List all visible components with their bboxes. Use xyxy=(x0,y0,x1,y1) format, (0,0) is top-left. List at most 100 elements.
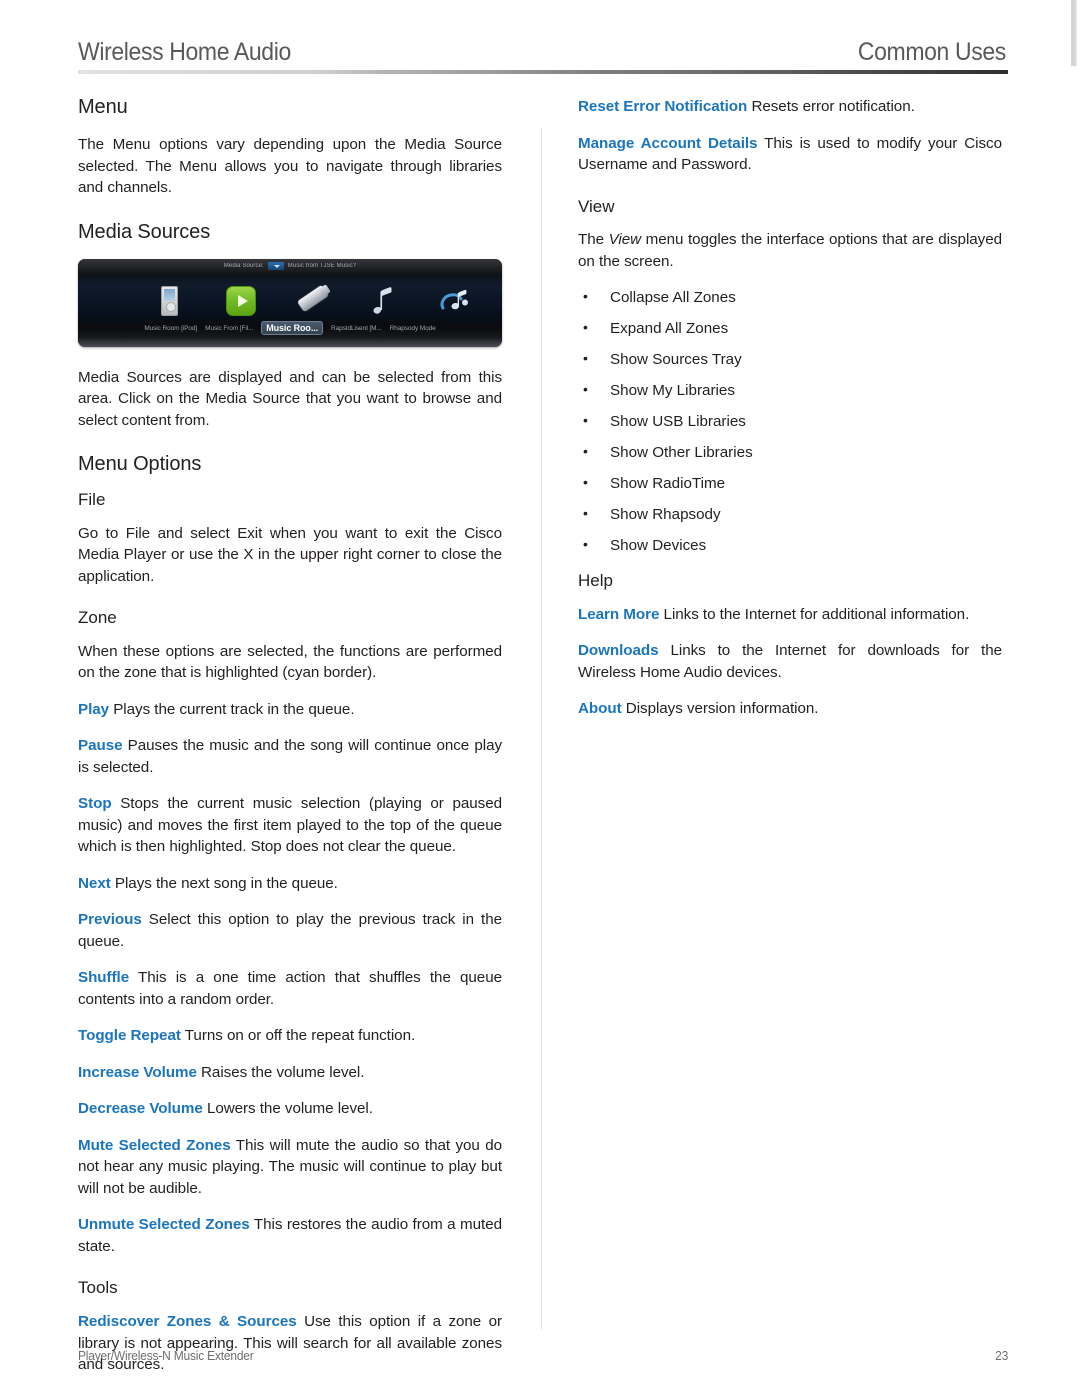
media-source-icon-row xyxy=(78,279,502,323)
paragraph-menu: The Menu options vary depending upon the… xyxy=(78,136,502,196)
header-rule xyxy=(78,70,1008,74)
heading-file: File xyxy=(78,490,106,509)
desc-previous: Select this option to play the previous … xyxy=(78,911,502,950)
page-edge-shadow xyxy=(1071,0,1077,66)
page-footer: Player/Wireless-N Music Extender 23 xyxy=(78,1348,1008,1363)
entry-previous: Previous Select this option to play the … xyxy=(78,909,502,952)
desc-increase-volume: Raises the volume level. xyxy=(201,1063,365,1081)
list-item[interactable]: Show Rhapsody xyxy=(578,503,1002,525)
term-about: About xyxy=(578,700,622,718)
term-stop: Stop xyxy=(78,795,112,813)
media-source-label-row: Music Room [iPod] Music From [Fil... Mus… xyxy=(78,321,502,335)
entry-unmute-selected-zones: Unmute Selected Zones This restores the … xyxy=(78,1214,502,1257)
heading-tools: Tools xyxy=(78,1278,118,1298)
footer-product-name: Player/Wireless-N Music Extender xyxy=(78,1348,254,1363)
term-learn-more: Learn More xyxy=(578,605,660,623)
desc-learn-more: Links to the Internet for additional inf… xyxy=(663,605,970,623)
term-decrease-volume: Decrease Volume xyxy=(78,1100,203,1118)
term-mute-selected-zones: Mute Selected Zones xyxy=(78,1136,231,1154)
media-source-item-ipod[interactable] xyxy=(149,280,189,322)
desc-pause: Pauses the music and the song will conti… xyxy=(78,737,503,776)
desc-stop: Stops the current music selection (playi… xyxy=(78,795,502,856)
media-source-label-0[interactable]: Music Room [iPod] xyxy=(144,325,197,332)
list-item[interactable]: Show USB Libraries xyxy=(578,410,1002,432)
section-title: Common Uses xyxy=(857,38,1006,66)
term-increase-volume: Increase Volume xyxy=(78,1063,197,1081)
media-source-item-files[interactable] xyxy=(221,280,261,322)
entry-learn-more: Learn More Links to the Internet for add… xyxy=(578,604,1002,626)
view-intro-before: The xyxy=(578,231,609,249)
term-downloads: Downloads xyxy=(578,642,659,660)
paragraph-file: Go to File and select Exit when you want… xyxy=(78,524,502,585)
term-next: Next xyxy=(78,874,111,892)
entry-reset-error-notification: Reset Error Notification Resets error no… xyxy=(578,96,1002,118)
entry-next: Next Plays the next song in the queue. xyxy=(78,873,502,895)
term-manage-account-details: Manage Account Details xyxy=(578,134,758,152)
desc-about: Displays version information. xyxy=(625,700,819,718)
heading-view: View xyxy=(578,196,615,216)
entry-rediscover-zones-sources: Rediscover Zones & Sources Use this opti… xyxy=(78,1311,502,1376)
entry-downloads: Downloads Links to the Internet for down… xyxy=(578,640,1002,683)
term-previous: Previous xyxy=(78,911,142,929)
desc-toggle-repeat: Turns on or off the repeat function. xyxy=(184,1027,416,1045)
media-source-item-usb[interactable] xyxy=(293,280,333,322)
entry-increase-volume: Increase Volume Raises the volume level. xyxy=(78,1062,502,1084)
heading-help: Help xyxy=(578,571,613,591)
chevron-down-icon[interactable] xyxy=(267,262,284,270)
list-item[interactable]: Show Sources Tray xyxy=(578,348,1002,370)
list-item[interactable]: Collapse All Zones xyxy=(578,286,1002,308)
usb-stick-icon xyxy=(296,283,331,318)
heading-menu: Menu xyxy=(78,96,128,118)
right-column: Reset Error Notification Resets error no… xyxy=(578,96,1002,735)
list-item[interactable]: Show RadioTime xyxy=(578,472,1002,494)
entry-about: About Displays version information. xyxy=(578,698,1002,720)
term-shuffle: Shuffle xyxy=(78,969,130,987)
list-item[interactable]: Show My Libraries xyxy=(578,379,1002,401)
term-toggle-repeat: Toggle Repeat xyxy=(78,1027,181,1045)
view-options-list: Collapse All Zones Expand All Zones Show… xyxy=(578,286,1002,556)
entry-shuffle: Shuffle This is a one time action that s… xyxy=(78,967,502,1010)
entry-manage-account-details: Manage Account Details This is used to m… xyxy=(578,133,1002,176)
media-source-label-1[interactable]: Music From [Fil... xyxy=(205,325,253,332)
heading-media-sources: Media Sources xyxy=(78,220,211,243)
list-item[interactable]: Show Devices xyxy=(578,534,1002,556)
desc-shuffle: This is a one time action that shuffles … xyxy=(78,969,502,1008)
heading-zone: Zone xyxy=(78,608,117,628)
term-rediscover-zones-sources: Rediscover Zones & Sources xyxy=(78,1313,297,1331)
media-source-item-rhapsody[interactable] xyxy=(437,280,477,322)
left-column: Menu The Menu options vary depending upo… xyxy=(78,96,502,1391)
term-pause: Pause xyxy=(78,737,123,755)
media-sources-bottom-strip xyxy=(78,337,502,347)
desc-play: Plays the current track in the queue. xyxy=(113,700,355,718)
paragraph-media-sources: Media Sources are displayed and can be s… xyxy=(78,368,502,429)
term-play: Play xyxy=(78,700,110,718)
entry-toggle-repeat: Toggle Repeat Turns on or off the repeat… xyxy=(78,1025,502,1047)
heading-menu-options: Menu Options xyxy=(78,453,202,475)
media-source-label-4[interactable]: Rhapsody Mode xyxy=(390,325,436,332)
column-divider xyxy=(541,128,542,1330)
list-item[interactable]: Show Other Libraries xyxy=(578,441,1002,463)
entry-mute-selected-zones: Mute Selected Zones This will mute the a… xyxy=(78,1135,502,1200)
entry-play: Play Plays the current track in the queu… xyxy=(78,699,502,721)
view-intro-after: menu toggles the interface options that … xyxy=(578,231,1002,270)
view-intro-italic: View xyxy=(608,231,642,249)
entry-pause: Pause Pauses the music and the song will… xyxy=(78,735,502,778)
footer-page-number: 23 xyxy=(995,1348,1008,1363)
list-item[interactable]: Expand All Zones xyxy=(578,317,1002,339)
page-title: Wireless Home Audio xyxy=(78,38,291,66)
media-source-label: Media Source: xyxy=(223,263,264,269)
term-unmute-selected-zones: Unmute Selected Zones xyxy=(78,1216,250,1234)
desc-next: Plays the next song in the queue. xyxy=(114,874,338,892)
media-source-label-2-selected[interactable]: Music Roo... xyxy=(261,321,324,335)
media-source-selector[interactable]: Media Source: Music from TJSE Music? xyxy=(78,258,502,274)
desc-decrease-volume: Lowers the volume level. xyxy=(206,1100,373,1118)
media-source-label-3[interactable]: RapsIdLisent [M... xyxy=(331,325,382,332)
entry-stop: Stop Stops the current music selection (… xyxy=(78,793,502,858)
media-source-item-radiotime[interactable] xyxy=(365,280,405,322)
media-sources-figure: Media Source: Music from TJSE Music? Mus… xyxy=(78,258,502,347)
page-header: Wireless Home Audio Common Uses xyxy=(78,38,1006,67)
rhapsody-notes-icon xyxy=(439,286,475,316)
desc-reset-error-notification: Resets error notification. xyxy=(751,98,915,115)
ipod-device-icon xyxy=(160,285,178,316)
green-play-icon xyxy=(226,285,256,316)
